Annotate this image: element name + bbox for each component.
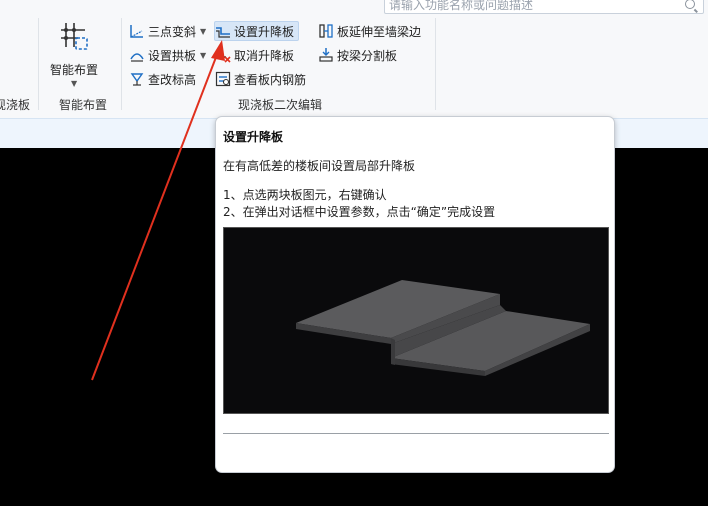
set-step-slab-label: 设置升降板 — [234, 24, 295, 39]
extend-slab-icon — [319, 24, 333, 38]
edit-elevation-button[interactable]: 查改标高 — [129, 69, 200, 89]
elevation-icon — [130, 73, 144, 86]
chevron-down-icon[interactable]: ▼ — [200, 27, 206, 36]
tooltip-title: 设置升降板 — [223, 130, 284, 144]
slope-icon — [130, 25, 143, 38]
group-separator — [435, 18, 436, 110]
cancel-step-slab-button[interactable]: 取消升降板 — [215, 45, 298, 65]
tooltip-divider — [223, 433, 609, 434]
view-rebar-button[interactable]: 查看板内钢筋 — [215, 69, 310, 89]
grid-layout-icon — [61, 23, 88, 50]
view-rebar-label: 查看板内钢筋 — [234, 72, 307, 87]
smart-layout-label: 智能布置 — [49, 63, 98, 77]
search-input[interactable]: 请输入功能名称或问题描述 — [389, 0, 533, 13]
extend-to-beam-label: 板延伸至墙梁边 — [337, 24, 422, 39]
cancel-step-icon — [216, 50, 231, 63]
chevron-down-icon[interactable]: ▼ — [71, 79, 77, 88]
tooltip-step-2: 2、在弹出对话框中设置参数，点击“确定”完成设置 — [223, 205, 496, 219]
edit-elevation-label: 查改标高 — [148, 72, 197, 87]
ribbon: 请输入功能名称或问题描述 现浇板 智能布置 ▼ 智能布置 三点变斜 ▼ 设置拱板… — [0, 0, 708, 118]
tooltip-step-1: 1、点选两块板图元，右键确认 — [223, 188, 387, 202]
split-icon — [319, 48, 333, 62]
split-by-beam-label: 按梁分割板 — [337, 48, 398, 63]
search-box[interactable]: 请输入功能名称或问题描述 — [384, 0, 704, 14]
step-slab-preview — [296, 280, 590, 376]
tooltip-description: 在有高低差的楼板间设置局部升降板 — [223, 159, 416, 173]
group-label-slab-edit: 现浇板二次编辑 — [238, 98, 323, 112]
tooltip-card: 设置升降板 在有高低差的楼板间设置局部升降板 1、点选两块板图元，右键确认 2、… — [215, 116, 615, 473]
arch-icon — [130, 53, 144, 62]
set-arch-button[interactable]: 设置拱板 ▼ — [129, 45, 210, 65]
three-point-slope-button[interactable]: 三点变斜 ▼ — [129, 21, 210, 41]
group-separator — [121, 18, 122, 110]
smart-layout-button[interactable]: 智能布置 ▼ — [44, 16, 104, 92]
split-by-beam-button[interactable]: 按梁分割板 — [318, 45, 401, 65]
group-separator — [38, 18, 39, 110]
search-icon[interactable] — [685, 0, 695, 9]
three-point-slope-label: 三点变斜 — [148, 24, 197, 39]
chevron-down-icon[interactable]: ▼ — [200, 51, 206, 60]
set-step-slab-button[interactable]: 设置升降板 — [214, 21, 300, 41]
cancel-step-slab-label: 取消升降板 — [234, 48, 295, 63]
extend-to-beam-button[interactable]: 板延伸至墙梁边 — [318, 21, 425, 41]
set-arch-label: 设置拱板 — [148, 48, 197, 63]
step-slab-icon — [216, 27, 230, 38]
group-label-smart-layout: 智能布置 — [59, 98, 108, 112]
rebar-view-icon — [215, 71, 231, 87]
group-label-slab: 现浇板 — [0, 98, 31, 112]
tooltip-preview-image — [223, 227, 609, 414]
